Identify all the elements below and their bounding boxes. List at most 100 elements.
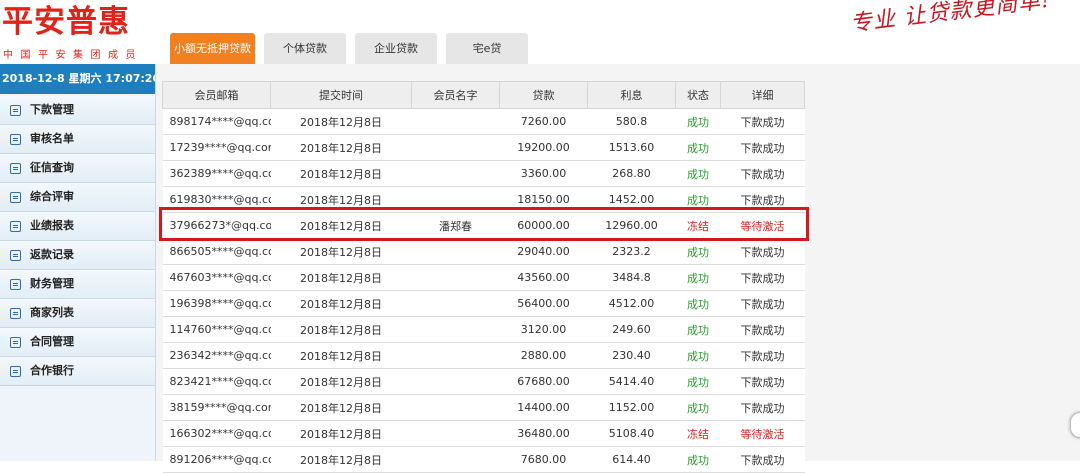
tab-house-loan[interactable]: 宅e贷 xyxy=(446,33,528,64)
cell-status: 成功 xyxy=(675,342,721,369)
sidebar-item[interactable]: 合作银行 xyxy=(0,357,155,386)
loan-table-container: 会员邮箱 提交时间 会员名字 贷款 利息 状态 详细 898174****@qq… xyxy=(162,81,805,473)
cell-detail: 下款成功 xyxy=(720,394,805,421)
cell-status: 成功 xyxy=(675,186,721,213)
table-row: 114760****@qq.com2018年12月8日 3120.00249.60… xyxy=(162,316,805,343)
sidebar-item-label: 下款管理 xyxy=(30,103,74,116)
cell-member-name xyxy=(411,108,500,135)
cell-member-name: 潘郑春 xyxy=(411,212,500,239)
edit-icon xyxy=(10,162,21,174)
sidebar-item-label: 合同管理 xyxy=(30,335,74,348)
table-row: 166302****@qq.com2018年12月8日 36480.005108.… xyxy=(162,420,805,447)
cell-interest: 249.60 xyxy=(587,316,676,343)
calendar-icon xyxy=(10,191,21,203)
cell-interest: 268.80 xyxy=(587,160,676,187)
cell-member-name xyxy=(411,394,500,421)
tab-business-loan[interactable]: 企业贷款 xyxy=(355,33,437,64)
table-row: 196398****@qq.com2018年12月8日 56400.004512.… xyxy=(162,290,805,317)
cell-submit-time: 2018年12月8日 xyxy=(270,394,412,421)
cell-status: 冻结 xyxy=(675,212,721,239)
cell-member-name xyxy=(411,160,500,187)
cell-submit-time: 2018年12月8日 xyxy=(270,160,412,187)
sidebar-item[interactable]: 审核名单 xyxy=(0,125,155,154)
cell-status: 成功 xyxy=(675,394,721,421)
cell-interest: 580.8 xyxy=(587,108,676,135)
sidebar-item[interactable]: 征信查询 xyxy=(0,154,155,183)
cell-detail: 下款成功 xyxy=(720,134,805,161)
table-row: 866505****@qq.com2018年12月8日 29040.002323.… xyxy=(162,238,805,265)
loan-type-tabs: 小额无抵押贷款 个体贷款 企业贷款 宅e贷 xyxy=(170,33,537,64)
table-row: 619830****@qq.com2018年12月8日 18150.001452.… xyxy=(162,186,805,213)
cell-member-name xyxy=(411,368,500,395)
calendar-icon xyxy=(10,307,21,319)
cell-email: 866505****@qq.com xyxy=(162,238,271,265)
cell-submit-time: 2018年12月8日 xyxy=(270,134,412,161)
cell-email: 38159****@qq.com xyxy=(162,394,271,421)
table-row: 362389****@qq.com2018年12月8日 3360.00268.80… xyxy=(162,160,805,187)
cell-email: 467603****@qq.com xyxy=(162,264,271,291)
sidebar-item[interactable]: 业绩报表 xyxy=(0,212,155,241)
cell-submit-time: 2018年12月8日 xyxy=(270,212,412,239)
tab-small-unsecured-loan[interactable]: 小额无抵押贷款 xyxy=(170,33,255,64)
cell-interest: 5414.40 xyxy=(587,368,676,395)
cell-email: 196398****@qq.com xyxy=(162,290,271,317)
cell-loan: 7680.00 xyxy=(499,446,588,473)
table-row: 823421****@qq.com2018年12月8日 67680.005414.… xyxy=(162,368,805,395)
sidebar-item-label: 业绩报表 xyxy=(30,219,74,232)
sidebar-item-label: 审核名单 xyxy=(30,132,74,145)
cell-detail: 下款成功 xyxy=(720,342,805,369)
header-member-name: 会员名字 xyxy=(411,81,500,109)
table-row: 37966273*@qq.com2018年12月8日潘郑春60000.00129… xyxy=(162,212,805,239)
cell-submit-time: 2018年12月8日 xyxy=(270,446,412,473)
cell-submit-time: 2018年12月8日 xyxy=(270,186,412,213)
cell-email: 891206****@qq.com xyxy=(162,446,271,473)
cell-interest: 1452.00 xyxy=(587,186,676,213)
cell-member-name xyxy=(411,186,500,213)
table-row: 891206****@qq.com2018年12月8日 7680.00614.40… xyxy=(162,446,805,473)
cell-loan: 67680.00 xyxy=(499,368,588,395)
cell-email: 823421****@qq.com xyxy=(162,368,271,395)
sidebar-item[interactable]: 商家列表 xyxy=(0,299,155,328)
sidebar-item[interactable]: 下款管理 xyxy=(0,96,155,125)
cell-email: 114760****@qq.com xyxy=(162,316,271,343)
sidebar-item[interactable]: 财务管理 xyxy=(0,270,155,299)
cell-submit-time: 2018年12月8日 xyxy=(270,420,412,447)
cell-interest: 1513.60 xyxy=(587,134,676,161)
cell-loan: 36480.00 xyxy=(499,420,588,447)
cell-loan: 7260.00 xyxy=(499,108,588,135)
table-header-row: 会员邮箱 提交时间 会员名字 贷款 利息 状态 详细 xyxy=(162,81,805,109)
cell-detail: 等待激活 xyxy=(720,212,805,239)
cell-member-name xyxy=(411,134,500,161)
cell-status: 成功 xyxy=(675,160,721,187)
sidebar-item[interactable]: 合同管理 xyxy=(0,328,155,357)
sidebar-item[interactable]: 返款记录 xyxy=(0,241,155,270)
cell-email: 166302****@qq.com xyxy=(162,420,271,447)
loan-table: 会员邮箱 提交时间 会员名字 贷款 利息 状态 详细 898174****@qq… xyxy=(162,81,805,473)
table-body: 898174****@qq.com2018年12月8日7260.00580.8成… xyxy=(162,108,805,473)
logo-title: 平安普惠 xyxy=(2,4,130,40)
cell-status: 冻结 xyxy=(675,420,721,447)
calendar-icon xyxy=(10,249,21,261)
cell-member-name xyxy=(411,446,500,473)
cell-status: 成功 xyxy=(675,264,721,291)
sidebar-item[interactable]: 综合评审 xyxy=(0,183,155,212)
cell-submit-time: 2018年12月8日 xyxy=(270,290,412,317)
cell-loan: 60000.00 xyxy=(499,212,588,239)
cell-loan: 3120.00 xyxy=(499,316,588,343)
cell-status: 成功 xyxy=(675,368,721,395)
tab-personal-loan[interactable]: 个体贷款 xyxy=(264,33,346,64)
cell-status: 成功 xyxy=(675,134,721,161)
cell-detail: 下款成功 xyxy=(720,446,805,473)
cell-submit-time: 2018年12月8日 xyxy=(270,108,412,135)
cell-submit-time: 2018年12月8日 xyxy=(270,238,412,265)
cell-status: 成功 xyxy=(675,108,721,135)
table-row: 467603****@qq.com2018年12月8日 43560.003484.… xyxy=(162,264,805,291)
cell-submit-time: 2018年12月8日 xyxy=(270,316,412,343)
cell-status: 成功 xyxy=(675,446,721,473)
floating-side-button[interactable] xyxy=(1070,412,1080,438)
header-loan: 贷款 xyxy=(499,81,588,109)
cell-interest: 3484.8 xyxy=(587,264,676,291)
cell-email: 898174****@qq.com xyxy=(162,108,271,135)
cell-loan: 2880.00 xyxy=(499,342,588,369)
cell-detail: 下款成功 xyxy=(720,264,805,291)
